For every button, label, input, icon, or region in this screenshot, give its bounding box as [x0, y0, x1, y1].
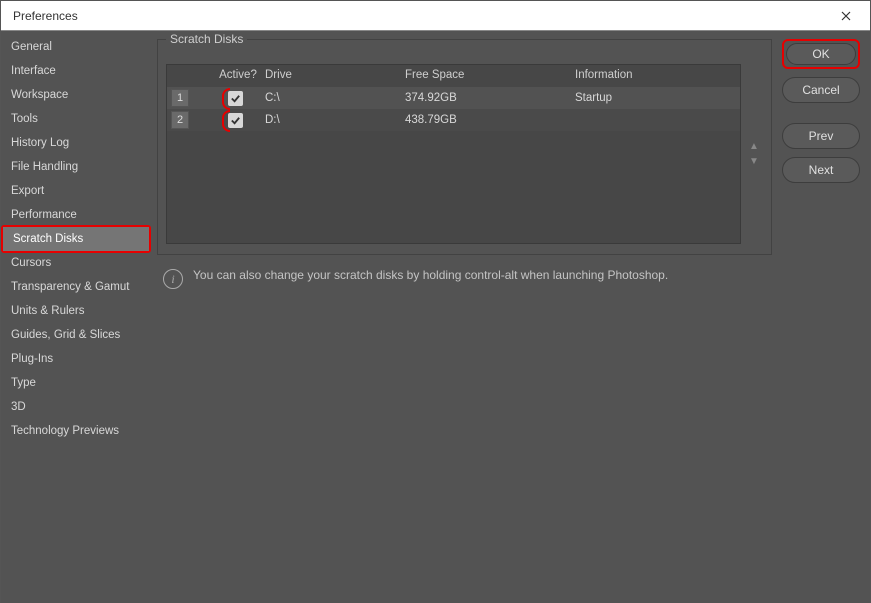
sidebar-item-export[interactable]: Export [1, 179, 151, 203]
row-number: 2 [171, 111, 189, 129]
sidebar-item-general[interactable]: General [1, 35, 151, 59]
scratch-disks-table: Active? Drive Free Space Information 1 [166, 64, 741, 244]
sidebar-item-units-rulers[interactable]: Units & Rulers [1, 299, 151, 323]
sidebar-item-plug-ins[interactable]: Plug-Ins [1, 347, 151, 371]
header-free-space: Free Space [405, 69, 575, 81]
group-title: Scratch Disks [166, 32, 247, 46]
dialog-buttons: OK Cancel Prev Next [782, 39, 860, 595]
ok-button[interactable]: OK [786, 43, 856, 65]
hint-text: You can also change your scratch disks b… [193, 267, 668, 289]
active-checkbox[interactable] [228, 91, 243, 106]
window-title: Preferences [13, 9, 78, 23]
info-cell: Startup [575, 92, 736, 104]
sidebar-item-file-handling[interactable]: File Handling [1, 155, 151, 179]
sidebar-item-type[interactable]: Type [1, 371, 151, 395]
table-row[interactable]: 2 D:\ 438.79GB [167, 109, 740, 131]
hint-row: i You can also change your scratch disks… [157, 255, 772, 301]
preferences-sidebar: General Interface Workspace Tools Histor… [1, 31, 151, 603]
prev-button[interactable]: Prev [782, 123, 860, 149]
sidebar-item-workspace[interactable]: Workspace [1, 83, 151, 107]
sidebar-item-cursors[interactable]: Cursors [1, 251, 151, 275]
sidebar-item-transparency-gamut[interactable]: Transparency & Gamut [1, 275, 151, 299]
close-button[interactable] [830, 2, 862, 30]
sidebar-item-tools[interactable]: Tools [1, 107, 151, 131]
sidebar-item-3d[interactable]: 3D [1, 395, 151, 419]
sidebar-item-scratch-disks[interactable]: Scratch Disks [3, 227, 149, 251]
table-row[interactable]: 1 C:\ 374.92GB Startup [167, 87, 740, 109]
next-button[interactable]: Next [782, 157, 860, 183]
sidebar-item-history-log[interactable]: History Log [1, 131, 151, 155]
sidebar-item-interface[interactable]: Interface [1, 59, 151, 83]
free-space-cell: 438.79GB [405, 114, 575, 126]
info-icon: i [163, 269, 183, 289]
move-down-button[interactable]: ▼ [749, 156, 759, 167]
scratch-disks-group: Scratch Disks Active? Drive Free Space I… [157, 39, 772, 255]
preferences-dialog: Preferences General Interface Workspace … [0, 0, 871, 603]
drive-cell: C:\ [265, 92, 405, 104]
move-up-button[interactable]: ▲ [749, 141, 759, 152]
sidebar-item-performance[interactable]: Performance [1, 203, 151, 227]
active-checkbox[interactable] [228, 113, 243, 128]
drive-cell: D:\ [265, 114, 405, 126]
titlebar: Preferences [1, 1, 870, 31]
header-active: Active? [205, 69, 265, 81]
free-space-cell: 374.92GB [405, 92, 575, 104]
cancel-button[interactable]: Cancel [782, 77, 860, 103]
sidebar-item-guides-grid-slices[interactable]: Guides, Grid & Slices [1, 323, 151, 347]
sidebar-item-technology-previews[interactable]: Technology Previews [1, 419, 151, 443]
table-headers: Active? Drive Free Space Information [167, 65, 740, 87]
header-drive: Drive [265, 69, 405, 81]
row-number: 1 [171, 89, 189, 107]
header-information: Information [575, 69, 736, 81]
